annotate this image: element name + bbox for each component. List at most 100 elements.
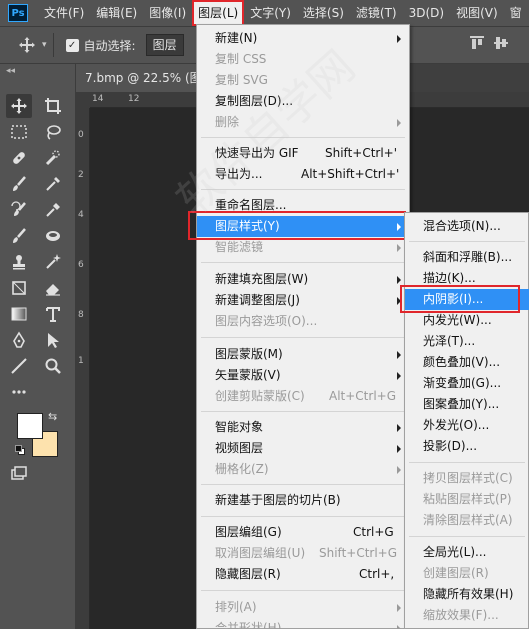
- menu-3d[interactable]: 3D(D): [403, 0, 450, 26]
- swap-colors-icon[interactable]: ⇆: [48, 410, 57, 423]
- quick-selection-tool-icon[interactable]: [40, 146, 66, 170]
- collapse-panel-icon[interactable]: ◂◂: [6, 66, 15, 76]
- menu-item-rename-layer[interactable]: 重命名图层...: [197, 195, 409, 216]
- marquee-tool-icon[interactable]: [6, 120, 32, 144]
- menu-item-copy-css[interactable]: 复制 CSS: [197, 49, 409, 70]
- menu-item-arrange[interactable]: 排列(A): [197, 597, 409, 618]
- menu-select[interactable]: 选择(S): [297, 0, 350, 26]
- menu-item-shortcut: Ctrl+G: [353, 525, 394, 539]
- auto-select-target-dropdown[interactable]: 图层: [145, 34, 184, 56]
- align-vertical-centers-icon[interactable]: [494, 35, 508, 51]
- ruler-tick: 1: [78, 356, 84, 366]
- menu-filter[interactable]: 滤镜(T): [350, 0, 403, 26]
- menu-item-new-adjustment-layer[interactable]: 新建调整图层(J): [197, 290, 409, 311]
- menu-item-smart-filter[interactable]: 智能滤镜: [197, 237, 409, 258]
- menu-item-inner-glow[interactable]: 内发光(W)...: [405, 310, 529, 331]
- menu-item-gradient-overlay[interactable]: 渐变叠加(G)...: [405, 373, 529, 394]
- path-selection-tool-icon[interactable]: [40, 328, 66, 352]
- clone-stamp-tool-icon[interactable]: [6, 250, 32, 274]
- menu-item-blending-options[interactable]: 混合选项(N)...: [405, 216, 529, 237]
- ruler-tick: 6: [78, 260, 84, 270]
- menu-item-ungroup-layers[interactable]: 取消图层编组(U) Shift+Ctrl+G: [197, 543, 409, 564]
- menu-item-shortcut: Shift+Ctrl+G: [319, 546, 398, 560]
- foreground-color-swatch[interactable]: [17, 413, 43, 439]
- menu-file[interactable]: 文件(F): [38, 0, 90, 26]
- menu-item-delete[interactable]: 删除: [197, 112, 409, 133]
- menu-item-rasterize[interactable]: 栅格化(Z): [197, 459, 409, 480]
- move-tool-preset-icon[interactable]: [14, 33, 40, 57]
- healing-brush-tool-icon[interactable]: [6, 146, 32, 170]
- submenu-arrow-icon: [397, 223, 401, 231]
- menu-item-layer-style[interactable]: 图层样式(Y): [197, 216, 409, 237]
- menu-item-quick-export-gif[interactable]: 快速导出为 GIF Shift+Ctrl+': [197, 143, 409, 164]
- screen-mode-icon[interactable]: [6, 462, 32, 486]
- menu-item-copy-svg[interactable]: 复制 SVG: [197, 70, 409, 91]
- menu-view[interactable]: 视图(V): [450, 0, 504, 26]
- line-tool-icon[interactable]: [6, 354, 32, 378]
- menu-item-video-layers[interactable]: 视频图层: [197, 438, 409, 459]
- menu-item-create-layer[interactable]: 创建图层(R): [405, 563, 529, 584]
- menu-item-outer-glow[interactable]: 外发光(O)...: [405, 415, 529, 436]
- brush-tool-icon[interactable]: [6, 172, 32, 196]
- menu-item-layer-mask[interactable]: 图层蒙版(M): [197, 344, 409, 365]
- menu-separator: [201, 484, 405, 485]
- brush-tool-2-icon[interactable]: [6, 224, 32, 248]
- auto-select-checkbox[interactable]: ✓: [65, 38, 79, 52]
- menu-item-global-light[interactable]: 全局光(L)...: [405, 542, 529, 563]
- magic-wand-tool-icon[interactable]: [40, 250, 66, 274]
- menu-item-clear-layer-style[interactable]: 清除图层样式(A): [405, 510, 529, 531]
- menu-item-pattern-overlay[interactable]: 图案叠加(Y)...: [405, 394, 529, 415]
- menu-item-inner-shadow[interactable]: 内阴影(I)...: [405, 289, 529, 310]
- menu-item-new-layer-based-slice[interactable]: 新建基于图层的切片(B): [197, 490, 409, 511]
- eraser-tool-icon[interactable]: [40, 224, 66, 248]
- type-tool-icon[interactable]: [40, 302, 66, 326]
- menu-image[interactable]: 图像(I): [143, 0, 192, 26]
- menu-layer[interactable]: 图层(L): [192, 0, 245, 26]
- pen-tool-icon[interactable]: [6, 328, 32, 352]
- chevron-down-icon[interactable]: ▾: [42, 40, 47, 50]
- menu-item-new[interactable]: 新建(N): [197, 28, 409, 49]
- ruler-tick: 4: [78, 210, 84, 220]
- menu-item-stroke[interactable]: 描边(K)...: [405, 268, 529, 289]
- more-tools-icon[interactable]: [6, 380, 32, 404]
- menu-item-vector-mask[interactable]: 矢量蒙版(V): [197, 365, 409, 386]
- menu-item-hide-layers[interactable]: 隐藏图层(R) Ctrl+,: [197, 564, 409, 585]
- menu-item-duplicate-layer[interactable]: 复制图层(D)...: [197, 91, 409, 112]
- menu-item-copy-layer-style[interactable]: 拷贝图层样式(C): [405, 468, 529, 489]
- menu-item-bevel-emboss[interactable]: 斜面和浮雕(B)...: [405, 247, 529, 268]
- submenu-arrow-icon: [397, 445, 401, 453]
- menu-item-create-clipping-mask[interactable]: 创建剪贴蒙版(C) Alt+Ctrl+G: [197, 386, 409, 407]
- menu-item-color-overlay[interactable]: 颜色叠加(V)...: [405, 352, 529, 373]
- history-brush-tool-icon[interactable]: [6, 198, 32, 222]
- menu-item-scale-effects[interactable]: 缩放效果(F)...: [405, 605, 529, 626]
- color-replacement-tool-icon[interactable]: [40, 198, 66, 222]
- menu-item-hide-all-effects[interactable]: 隐藏所有效果(H): [405, 584, 529, 605]
- zoom-tool-icon[interactable]: [40, 354, 66, 378]
- menu-item-satin[interactable]: 光泽(T)...: [405, 331, 529, 352]
- menu-item-group-layers[interactable]: 图层编组(G) Ctrl+G: [197, 522, 409, 543]
- default-colors-icon[interactable]: [15, 445, 25, 455]
- menu-item-layer-content-options[interactable]: 图层内容选项(O)...: [197, 311, 409, 332]
- menu-item-export-as[interactable]: 导出为... Alt+Shift+Ctrl+': [197, 164, 409, 185]
- lasso-tool-icon[interactable]: [40, 120, 66, 144]
- menu-item-new-fill-layer[interactable]: 新建填充图层(W): [197, 269, 409, 290]
- eyedropper-tool-icon[interactable]: [40, 172, 66, 196]
- align-top-edges-icon[interactable]: [470, 35, 484, 51]
- menu-edit[interactable]: 编辑(E): [90, 0, 143, 26]
- menu-separator: [201, 137, 405, 138]
- submenu-arrow-icon: [397, 276, 401, 284]
- move-tool-icon[interactable]: [6, 94, 32, 118]
- document-tab[interactable]: 7.bmp @ 22.5% (图层: [76, 64, 196, 92]
- submenu-arrow-icon: [397, 466, 401, 474]
- menu-item-drop-shadow[interactable]: 投影(D)...: [405, 436, 529, 457]
- menu-item-smart-objects[interactable]: 智能对象: [197, 417, 409, 438]
- eraser-tool-2-icon[interactable]: [40, 276, 66, 300]
- menu-type[interactable]: 文字(Y): [244, 0, 297, 26]
- crop-tool-icon[interactable]: [40, 94, 66, 118]
- menu-item-paste-layer-style[interactable]: 粘贴图层样式(P): [405, 489, 529, 510]
- menu-window[interactable]: 窗: [504, 0, 528, 26]
- perspective-crop-tool-icon[interactable]: [6, 276, 32, 300]
- vertical-ruler[interactable]: 0 2 4 6 8 1: [76, 108, 90, 629]
- gradient-tool-icon[interactable]: [6, 302, 32, 326]
- menu-item-combine-shapes[interactable]: 合并形状(H): [197, 618, 409, 629]
